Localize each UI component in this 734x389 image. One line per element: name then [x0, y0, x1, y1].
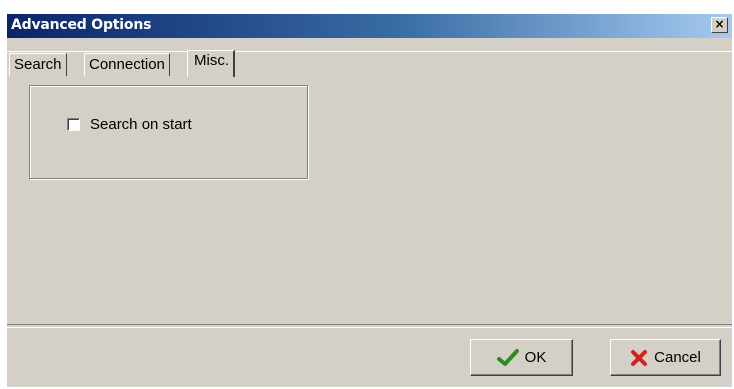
misc-tab-panel: Search on start — [7, 51, 732, 338]
search-on-start-label: Search on start — [90, 116, 192, 133]
window-title: Advanced Options — [11, 17, 152, 33]
advanced-options-dialog: Advanced Options × Search Connection Mis… — [6, 13, 732, 387]
cancel-label: Cancel — [654, 349, 701, 366]
checkmark-icon — [496, 348, 519, 367]
x-cross-icon — [630, 349, 648, 367]
tab-misc[interactable]: Misc. — [187, 50, 235, 77]
ok-button[interactable]: OK — [470, 339, 573, 376]
options-groupbox: Search on start — [29, 85, 308, 179]
button-separator — [7, 324, 732, 328]
close-button[interactable]: × — [711, 17, 728, 33]
cancel-button[interactable]: Cancel — [610, 339, 721, 376]
title-bar[interactable]: Advanced Options × — [7, 14, 732, 38]
ok-label: OK — [524, 349, 547, 366]
search-on-start-option[interactable]: Search on start — [67, 116, 192, 133]
search-on-start-checkbox[interactable] — [67, 118, 80, 131]
close-icon: × — [714, 17, 725, 31]
